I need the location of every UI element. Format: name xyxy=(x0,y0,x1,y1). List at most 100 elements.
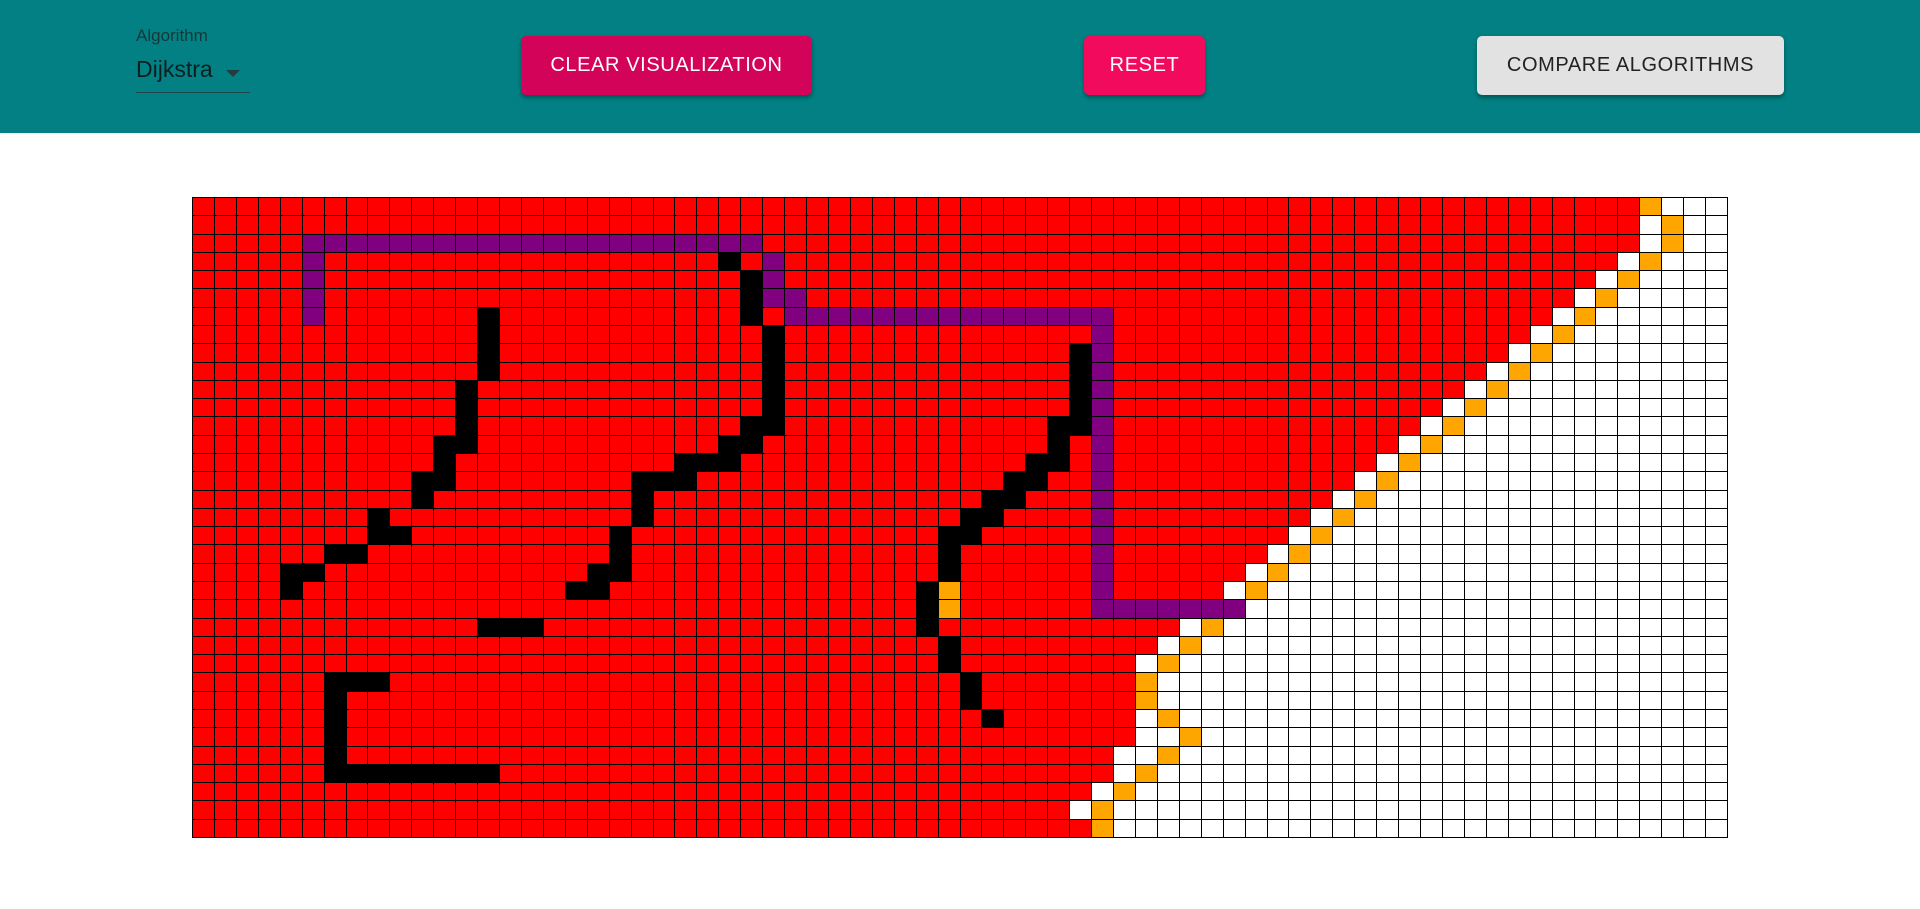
grid-cell-unvisited[interactable] xyxy=(1530,472,1552,490)
grid-cell-visited[interactable] xyxy=(916,691,938,709)
grid-cell-visited[interactable] xyxy=(1530,234,1552,252)
grid-cell-visited[interactable] xyxy=(675,563,697,581)
grid-cell-wall[interactable] xyxy=(960,527,982,545)
grid-cell-path[interactable] xyxy=(741,234,763,252)
grid-cell-visited[interactable] xyxy=(478,710,499,728)
algorithm-select[interactable]: Algorithm Dijkstra xyxy=(136,26,250,94)
grid-cell-visited[interactable] xyxy=(1267,252,1289,271)
grid-cell-visited[interactable] xyxy=(807,655,828,673)
grid-cell-visited[interactable] xyxy=(850,252,872,271)
grid-cell-unvisited[interactable] xyxy=(1486,636,1508,655)
grid-cell-visited[interactable] xyxy=(478,271,499,289)
grid-cell-visited[interactable] xyxy=(1377,326,1399,344)
grid-cell-unvisited[interactable] xyxy=(1245,691,1267,709)
grid-cell-visited[interactable] xyxy=(1070,490,1092,508)
grid-cell-visited[interactable] xyxy=(1333,289,1355,307)
grid-cell-unvisited[interactable] xyxy=(1706,380,1727,399)
grid-cell-unvisited[interactable] xyxy=(1399,691,1420,709)
grid-cell-visited[interactable] xyxy=(960,198,982,216)
grid-cell-unvisited[interactable] xyxy=(1596,307,1618,325)
grid-cell-unvisited[interactable] xyxy=(1574,801,1596,819)
grid-cell-visited[interactable] xyxy=(434,819,456,837)
grid-cell-visited[interactable] xyxy=(960,252,982,271)
grid-cell-visited[interactable] xyxy=(587,783,609,801)
grid-cell-visited[interactable] xyxy=(1157,527,1179,545)
grid-cell-visited[interactable] xyxy=(1070,618,1092,636)
grid-cell-visited[interactable] xyxy=(214,252,236,271)
grid-cell-visited[interactable] xyxy=(1464,362,1486,380)
grid-cell-visited[interactable] xyxy=(850,710,872,728)
grid-cell-unvisited[interactable] xyxy=(1684,344,1706,362)
grid-cell-visited[interactable] xyxy=(675,655,697,673)
grid-cell-visited[interactable] xyxy=(1026,271,1048,289)
grid-cell-unvisited[interactable] xyxy=(1530,326,1552,344)
grid-cell-visited[interactable] xyxy=(236,380,258,399)
grid-cell-visited[interactable] xyxy=(982,326,1004,344)
grid-cell-unvisited[interactable] xyxy=(1618,508,1640,527)
grid-cell-visited[interactable] xyxy=(1004,399,1026,417)
grid-cell-unvisited[interactable] xyxy=(1662,764,1684,783)
grid-cell-unvisited[interactable] xyxy=(1662,819,1684,837)
grid-cell-wall[interactable] xyxy=(587,563,609,581)
grid-cell-visited[interactable] xyxy=(346,600,368,618)
grid-cell-unvisited[interactable] xyxy=(1530,454,1552,472)
grid-cell-unvisited[interactable] xyxy=(1421,417,1442,435)
grid-cell-unvisited[interactable] xyxy=(1618,673,1640,691)
grid-cell-visited[interactable] xyxy=(565,216,587,234)
grid-cell-visited[interactable] xyxy=(719,198,741,216)
grid-cell-visited[interactable] xyxy=(1135,252,1157,271)
grid-cell-unvisited[interactable] xyxy=(1640,289,1662,307)
grid-cell-visited[interactable] xyxy=(850,691,872,709)
grid-cell-wall[interactable] xyxy=(1004,490,1026,508)
grid-cell-visited[interactable] xyxy=(1048,399,1070,417)
grid-cell-unvisited[interactable] xyxy=(1486,435,1508,453)
grid-cell-visited[interactable] xyxy=(763,783,785,801)
grid-cell-visited[interactable] xyxy=(456,527,478,545)
grid-cell-visited[interactable] xyxy=(807,326,828,344)
grid-cell-visited[interactable] xyxy=(587,618,609,636)
grid-cell-visited[interactable] xyxy=(916,746,938,764)
grid-cell-unvisited[interactable] xyxy=(1574,527,1596,545)
grid-cell-unvisited[interactable] xyxy=(1355,728,1377,746)
grid-cell-unvisited[interactable] xyxy=(1684,271,1706,289)
grid-cell-unvisited[interactable] xyxy=(1706,655,1727,673)
grid-cell-visited[interactable] xyxy=(1552,252,1574,271)
grid-cell-visited[interactable] xyxy=(1157,344,1179,362)
grid-cell-unvisited[interactable] xyxy=(1179,746,1201,764)
grid-cell-visited[interactable] xyxy=(587,289,609,307)
grid-cell-unvisited[interactable] xyxy=(1706,819,1727,837)
grid-cell-visited[interactable] xyxy=(872,454,894,472)
grid-cell-unvisited[interactable] xyxy=(1596,746,1618,764)
grid-cell-visited[interactable] xyxy=(1070,764,1092,783)
grid-cell-visited[interactable] xyxy=(741,655,763,673)
grid-cell-visited[interactable] xyxy=(543,636,565,655)
grid-cell-unvisited[interactable] xyxy=(1157,783,1179,801)
grid-cell-visited[interactable] xyxy=(1245,344,1267,362)
grid-cell-visited[interactable] xyxy=(1355,289,1377,307)
grid-cell-visited[interactable] xyxy=(193,289,214,307)
grid-cell-visited[interactable] xyxy=(1179,216,1201,234)
grid-cell-visited[interactable] xyxy=(236,472,258,490)
grid-cell-unvisited[interactable] xyxy=(1333,819,1355,837)
grid-cell-unvisited[interactable] xyxy=(1706,307,1727,325)
grid-cell-visited[interactable] xyxy=(697,417,719,435)
grid-cell-visited[interactable] xyxy=(850,746,872,764)
grid-cell-visited[interactable] xyxy=(653,746,675,764)
grid-cell-unvisited[interactable] xyxy=(1596,380,1618,399)
grid-cell-visited[interactable] xyxy=(346,362,368,380)
grid-cell-wall[interactable] xyxy=(916,582,938,600)
grid-cell-unvisited[interactable] xyxy=(1530,819,1552,837)
grid-cell-visited[interactable] xyxy=(631,380,653,399)
grid-cell-visited[interactable] xyxy=(565,545,587,563)
grid-cell-visited[interactable] xyxy=(960,399,982,417)
grid-cell-unvisited[interactable] xyxy=(1267,636,1289,655)
compare-algorithms-button[interactable]: COMPARE ALGORITHMS xyxy=(1477,36,1784,95)
grid-cell-unvisited[interactable] xyxy=(1640,783,1662,801)
grid-cell-visited[interactable] xyxy=(368,216,390,234)
grid-cell-visited[interactable] xyxy=(521,563,543,581)
grid-cell-visited[interactable] xyxy=(478,417,499,435)
grid-cell-unvisited[interactable] xyxy=(1596,655,1618,673)
grid-cell-visited[interactable] xyxy=(214,454,236,472)
grid-cell-visited[interactable] xyxy=(1442,252,1464,271)
grid-cell-visited[interactable] xyxy=(258,636,280,655)
